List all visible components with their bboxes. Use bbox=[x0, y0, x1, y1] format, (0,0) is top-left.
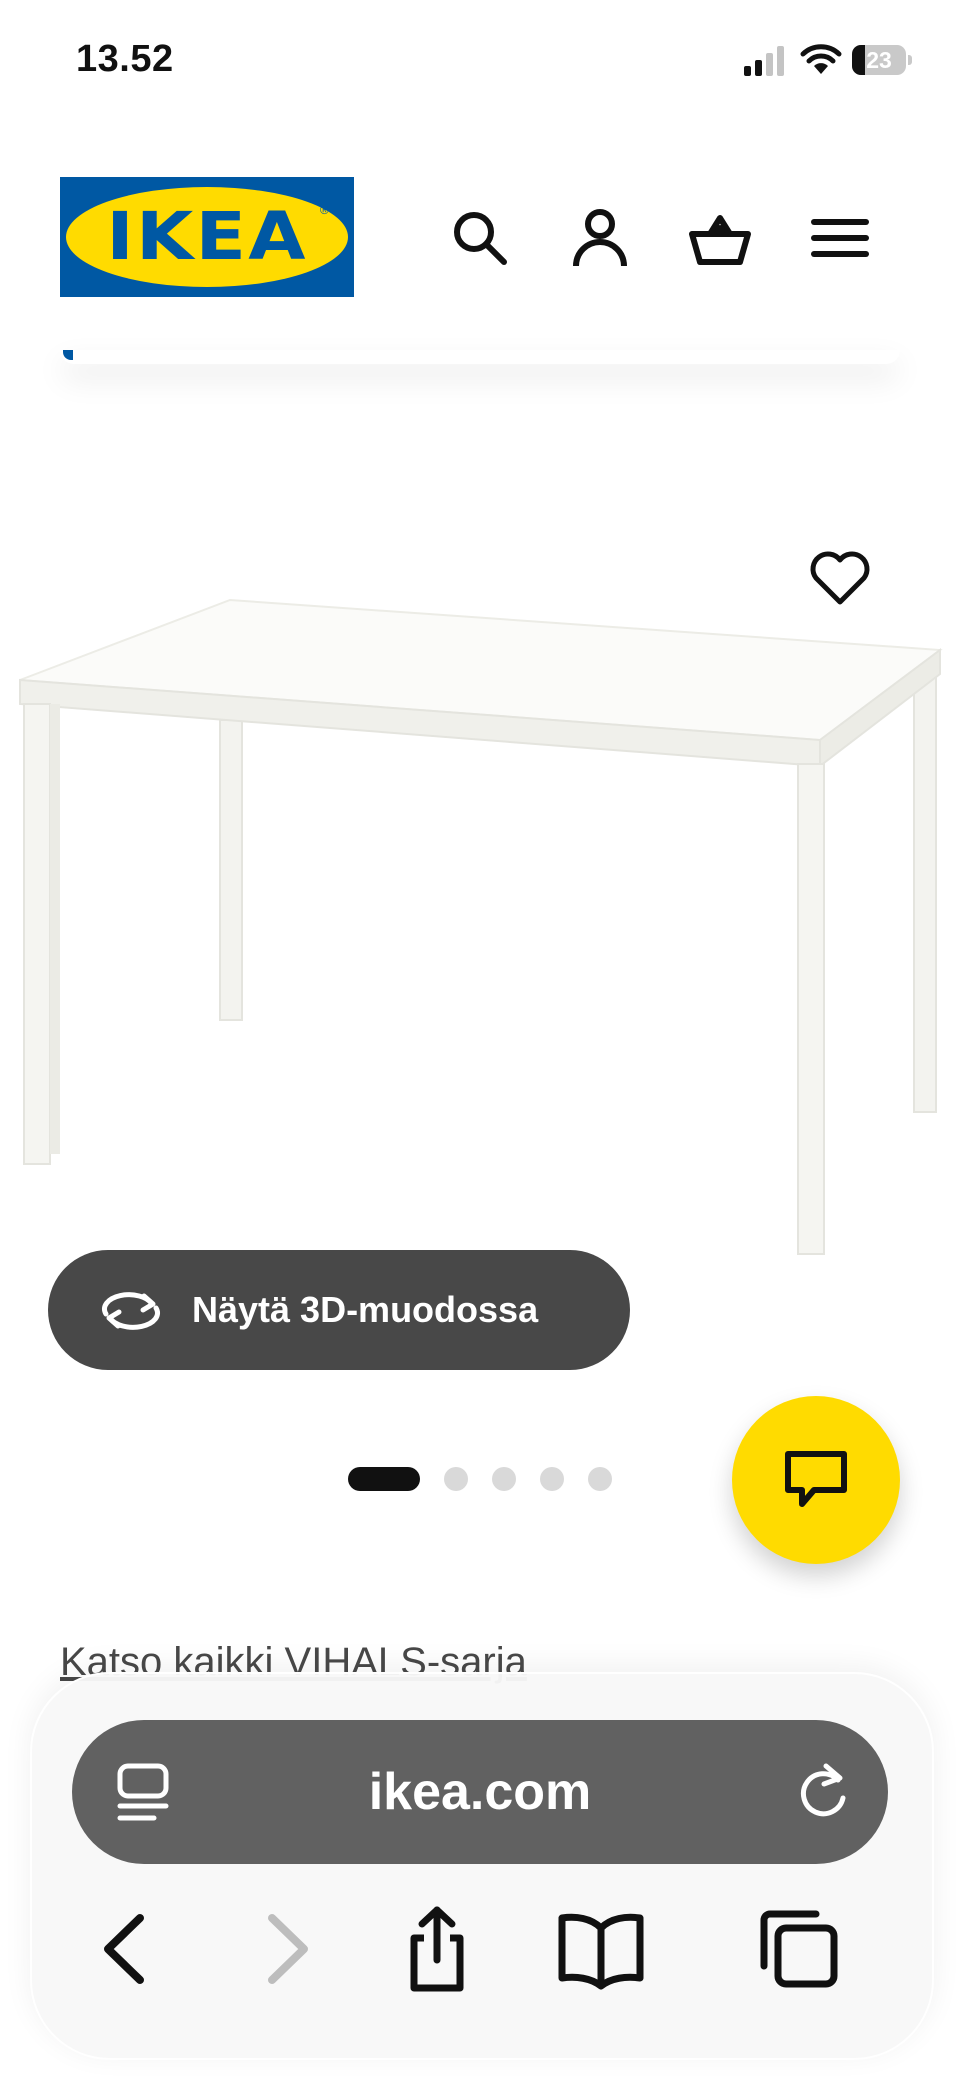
ikea-logo[interactable]: IKEA ® bbox=[60, 177, 354, 297]
wifi-icon bbox=[800, 44, 842, 74]
status-time: 13.52 bbox=[76, 38, 174, 80]
carousel-dot-active[interactable] bbox=[348, 1467, 420, 1491]
shopping-basket-icon[interactable] bbox=[688, 206, 752, 270]
chat-button[interactable] bbox=[732, 1396, 900, 1564]
carousel-pagination bbox=[348, 1465, 618, 1491]
menu-icon[interactable] bbox=[808, 206, 872, 270]
battery-level: 23 bbox=[866, 47, 892, 73]
search-icon[interactable] bbox=[448, 206, 512, 270]
site-header: IKEA ® bbox=[0, 120, 960, 360]
view-3d-button[interactable]: Näytä 3D-muodossa bbox=[48, 1250, 630, 1370]
url-text: ikea.com bbox=[368, 1763, 592, 1821]
logo-text: IKEA bbox=[106, 198, 308, 275]
carousel-dot[interactable] bbox=[492, 1467, 516, 1491]
cellular-signal-icon bbox=[744, 46, 784, 76]
status-bar: 13.52 23 bbox=[0, 0, 960, 120]
account-icon[interactable] bbox=[568, 206, 632, 270]
browser-toolbar: ikea.com bbox=[30, 1672, 934, 2060]
view-3d-label: Näytä 3D-muodossa bbox=[192, 1289, 539, 1330]
carousel-dot[interactable] bbox=[444, 1467, 468, 1491]
carousel-dot[interactable] bbox=[588, 1467, 612, 1491]
product-image bbox=[19, 598, 943, 1255]
forward-icon[interactable] bbox=[240, 1904, 330, 1994]
back-icon[interactable] bbox=[82, 1904, 172, 1994]
carousel-dot[interactable] bbox=[540, 1467, 564, 1491]
tabs-icon[interactable] bbox=[752, 1904, 842, 1994]
rotate-3d-icon bbox=[101, 1292, 161, 1330]
address-bar[interactable]: ikea.com bbox=[72, 1720, 888, 1864]
share-icon[interactable] bbox=[392, 1904, 482, 1994]
battery-icon: 23 bbox=[852, 45, 912, 75]
heart-icon[interactable] bbox=[808, 548, 872, 608]
bookmarks-icon[interactable] bbox=[556, 1904, 646, 1994]
chat-bubble-icon bbox=[785, 1451, 847, 1507]
reload-icon[interactable] bbox=[794, 1758, 852, 1822]
